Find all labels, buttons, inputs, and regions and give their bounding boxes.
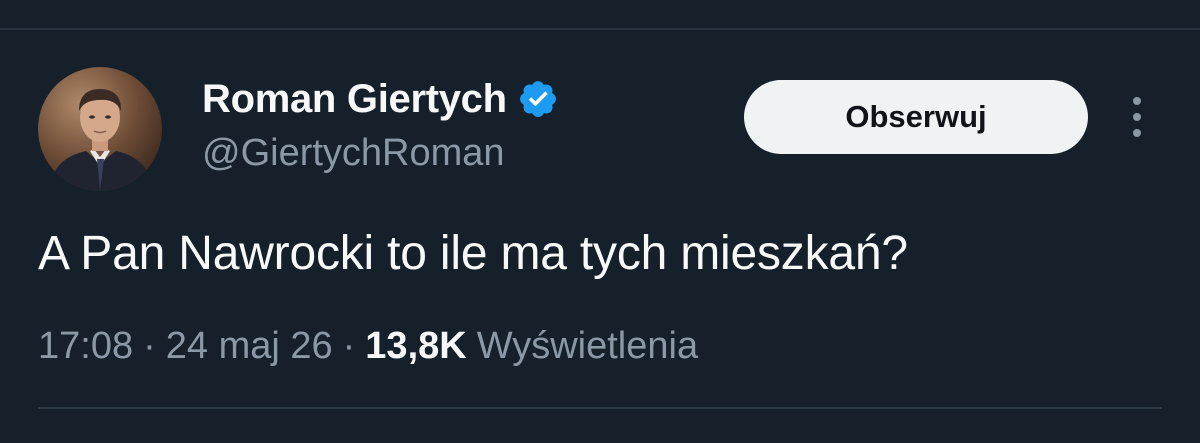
author-name-row[interactable]: Roman Giertych bbox=[202, 72, 559, 126]
views-count[interactable]: 13,8K bbox=[365, 325, 466, 368]
tweet-time[interactable]: 17:08 bbox=[38, 325, 133, 368]
views-label[interactable]: Wyświetlenia bbox=[477, 325, 698, 368]
more-vertical-icon[interactable] bbox=[1122, 94, 1152, 140]
avatar-image bbox=[38, 67, 162, 191]
verified-badge-icon bbox=[517, 78, 559, 120]
tweet-date[interactable]: 24 maj 26 bbox=[166, 325, 333, 368]
meta-separator: · bbox=[143, 324, 156, 367]
tweet-meta: 17:08 · 24 maj 26 · 13,8K Wyświetlenia bbox=[38, 320, 698, 372]
avatar[interactable] bbox=[38, 67, 162, 191]
meta-separator: · bbox=[342, 324, 356, 367]
bottom-divider bbox=[38, 407, 1162, 409]
tweet-text: A Pan Nawrocki to ile ma tych mieszkań? bbox=[38, 227, 908, 280]
author-display-name: Roman Giertych bbox=[202, 76, 507, 121]
follow-button[interactable]: Obserwuj bbox=[744, 80, 1088, 154]
author-handle[interactable]: @GiertychRoman bbox=[202, 132, 505, 175]
top-divider bbox=[0, 28, 1200, 30]
